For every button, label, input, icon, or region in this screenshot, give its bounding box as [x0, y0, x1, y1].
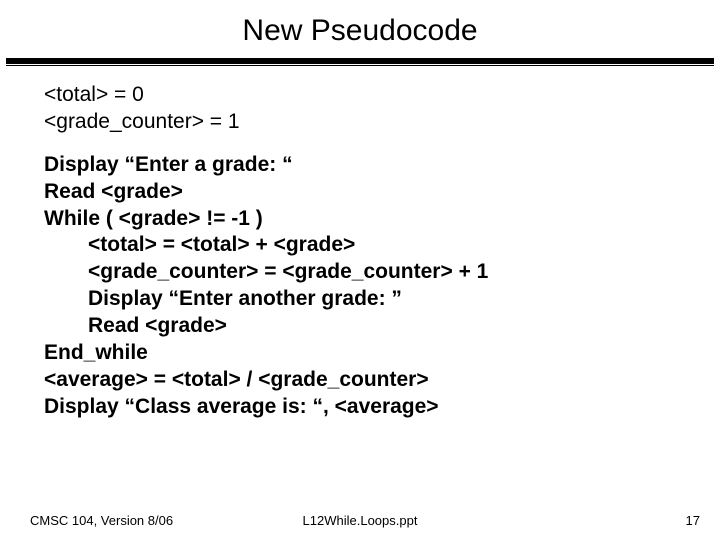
footer-left: CMSC 104, Version 8/06	[30, 513, 173, 528]
code-line: Display “Class average is: “, <average>	[44, 394, 690, 421]
code-line: End_while	[44, 340, 690, 367]
code-line: <grade_counter> = <grade_counter> + 1	[44, 259, 690, 286]
footer-page-number: 17	[686, 513, 700, 528]
slide: New Pseudocode <total> = 0 <grade_counte…	[0, 0, 720, 540]
code-line: Display “Enter a grade: “	[44, 152, 690, 179]
slide-footer: CMSC 104, Version 8/06 L12While.Loops.pp…	[0, 513, 720, 528]
init-line: <total> = 0	[44, 82, 690, 109]
code-line: Read <grade>	[44, 313, 690, 340]
slide-title: New Pseudocode	[0, 14, 720, 48]
horizontal-rule	[6, 58, 714, 64]
slide-body: <total> = 0 <grade_counter> = 1 Display …	[0, 82, 720, 421]
init-block: <total> = 0 <grade_counter> = 1	[44, 82, 690, 136]
pseudocode-block: Display “Enter a grade: “ Read <grade> W…	[44, 152, 690, 421]
code-line: <average> = <total> / <grade_counter>	[44, 367, 690, 394]
code-line: While ( <grade> != -1 )	[44, 206, 690, 233]
code-line: Read <grade>	[44, 179, 690, 206]
code-line: <total> = <total> + <grade>	[44, 232, 690, 259]
code-line: Display “Enter another grade: ”	[44, 286, 690, 313]
title-rule	[0, 58, 720, 64]
init-line: <grade_counter> = 1	[44, 109, 690, 136]
footer-center: L12While.Loops.ppt	[303, 513, 418, 528]
